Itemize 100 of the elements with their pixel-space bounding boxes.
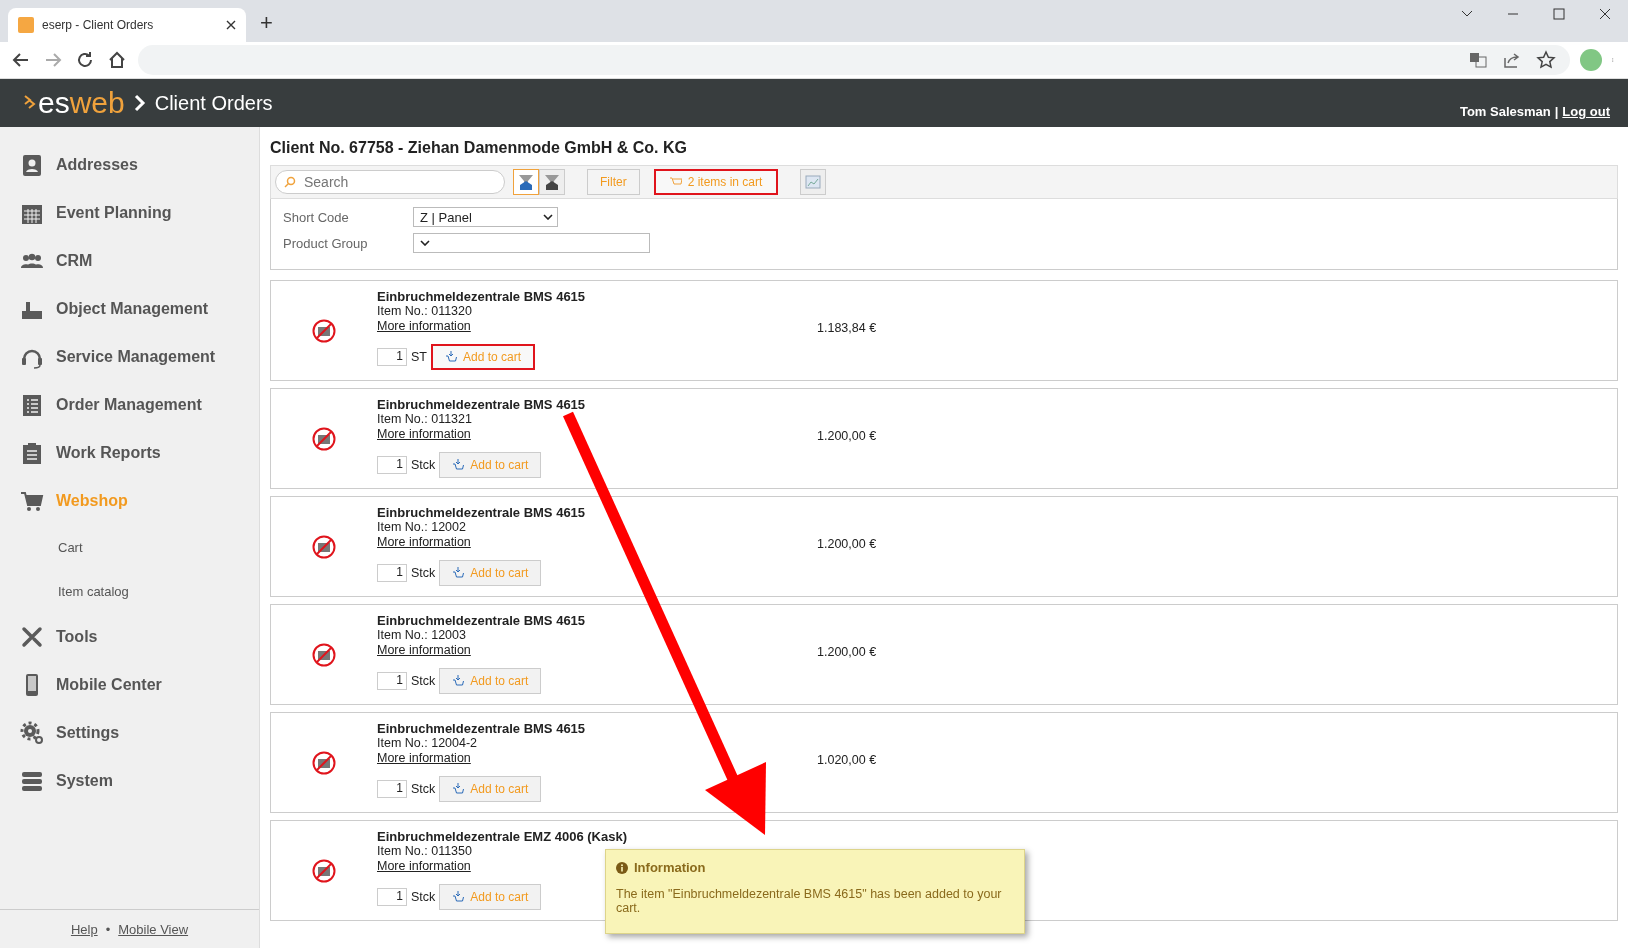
cart-icon (452, 890, 465, 904)
item-number: Item No.: 12003 (377, 628, 467, 643)
more-information-link[interactable]: More information (377, 535, 471, 549)
sidebar-item-icon (20, 153, 44, 177)
no-image-icon (312, 426, 336, 451)
help-link[interactable]: Help (70, 921, 98, 937)
info-icon (616, 861, 628, 874)
sidebar-subitem[interactable]: Item catalog (0, 569, 259, 613)
chevron-right-icon (132, 94, 147, 112)
client-title: Client No. 67758 - Ziehan Damenmode GmbH & Co. KG (270, 139, 688, 157)
sidebar-item[interactable]: Tools (0, 613, 259, 661)
sidebar-item-icon (20, 441, 44, 465)
unit-label: Stck (411, 889, 436, 905)
cart-icon (452, 458, 465, 472)
unit-label: Stck (411, 565, 436, 581)
filter-dropdown[interactable] (413, 233, 650, 253)
filter-dropdown[interactable]: Z | Panel (413, 207, 558, 227)
no-image-icon (312, 858, 336, 883)
item-number: Item No.: 011350 (377, 844, 473, 859)
sidebar-item-icon (20, 769, 44, 793)
more-information-link[interactable]: More information (377, 319, 471, 333)
item-number: Item No.: 011320 (377, 304, 473, 319)
logout-link[interactable]: Log out (1562, 104, 1610, 119)
quantity-field[interactable]: 1 (377, 456, 407, 474)
sidebar-item[interactable]: Order Management (0, 381, 259, 429)
browser-tab[interactable]: eserp - Client Orders (8, 8, 246, 42)
product-name: Einbruchmeldezentrale BMS 4615 (377, 613, 587, 628)
cart-icon (669, 177, 682, 187)
search-input[interactable]: Search (302, 173, 486, 191)
funnel-icon (543, 173, 561, 191)
unit-label: ST (411, 349, 427, 365)
unit-label: Stck (411, 781, 436, 797)
notification-title: Information (634, 860, 706, 875)
quantity-field[interactable]: 1 (377, 780, 407, 798)
sidebar-item-icon (20, 489, 44, 513)
page-title: Client Orders (154, 91, 273, 115)
quantity-field[interactable]: 1 (377, 672, 407, 690)
separator-dot: • (105, 921, 111, 937)
item-number: Item No.: 12002 (377, 520, 467, 535)
product-name: Einbruchmeldezentrale BMS 4615 (377, 505, 587, 520)
filter-label: Product Group (283, 235, 369, 251)
sidebar-subitem[interactable]: Cart (0, 525, 259, 569)
chart-icon (804, 173, 823, 191)
chevron-down-icon (420, 240, 430, 246)
cart-icon (445, 350, 457, 364)
filter-toggle-button[interactable] (539, 169, 565, 195)
no-image-icon (312, 318, 336, 343)
sidebar-item-icon (20, 393, 44, 417)
mobile-view-link[interactable]: Mobile View (118, 921, 189, 937)
quantity-field[interactable]: 1 (377, 348, 407, 366)
report-button[interactable] (800, 169, 827, 195)
notification-message: The item "Einbruchmeldezentrale BMS 4615" has been added to your cart. (616, 887, 1003, 915)
sidebar-item[interactable]: Mobile Center (0, 661, 259, 709)
new-tab-button[interactable]: + (260, 10, 273, 36)
quantity-field[interactable]: 1 (377, 564, 407, 582)
more-information-link[interactable]: More information (377, 751, 471, 765)
sidebar-item-icon (20, 625, 44, 649)
sidebar-item[interactable]: System (0, 757, 259, 805)
sidebar-item[interactable]: Work Reports (0, 429, 259, 477)
sidebar-item[interactable]: Event Planning (0, 189, 259, 237)
sidebar-item[interactable]: Addresses (0, 141, 259, 189)
user-name: Tom Salesman (1459, 104, 1551, 119)
item-number: Item No.: 12004-2 (377, 736, 479, 751)
favicon-icon (18, 17, 34, 33)
star-icon[interactable] (1536, 50, 1556, 70)
sidebar-item[interactable]: Object Management (0, 285, 259, 333)
share-icon[interactable] (1502, 50, 1522, 70)
product-price: 1.200,00 € (817, 536, 877, 553)
item-number: Item No.: 011321 (377, 412, 473, 427)
funnel-icon (517, 173, 535, 191)
separator: | (1554, 104, 1559, 119)
close-icon[interactable] (226, 20, 236, 30)
cart-icon (452, 674, 465, 688)
product-price: 1.200,00 € (817, 644, 877, 661)
unit-label: Stck (411, 673, 436, 689)
product-name: Einbruchmeldezentrale BMS 4615 (377, 721, 587, 736)
product-name: Einbruchmeldezentrale BMS 4615 (377, 397, 587, 412)
product-price: 1.020,00 € (817, 752, 877, 769)
filter-label: Short Code (283, 209, 350, 225)
translate-icon[interactable] (1468, 50, 1488, 70)
no-image-icon (312, 642, 336, 667)
search-field[interactable]: Search (275, 170, 505, 194)
search-icon (284, 176, 296, 188)
product-name: Einbruchmeldezentrale EMZ 4006 (Kask) (377, 829, 628, 844)
more-information-link[interactable]: More information (377, 427, 471, 441)
filter-toggle-button[interactable] (513, 169, 539, 195)
logo: esweb (38, 86, 125, 120)
sidebar-item[interactable]: Service Management (0, 333, 259, 381)
sidebar-item[interactable]: Settings (0, 709, 259, 757)
quantity-field[interactable]: 1 (377, 888, 407, 906)
product-price: 1.183,84 € (817, 320, 877, 337)
chevron-down-icon (543, 214, 553, 220)
no-image-icon (312, 750, 336, 775)
more-information-link[interactable]: More information (377, 859, 471, 873)
product-price: 1.200,00 € (817, 428, 877, 445)
profile-avatar-icon[interactable] (1580, 49, 1602, 71)
sidebar-item[interactable]: CRM (0, 237, 259, 285)
unit-label: Stck (411, 457, 436, 473)
more-information-link[interactable]: More information (377, 643, 471, 657)
no-image-icon (312, 534, 336, 559)
